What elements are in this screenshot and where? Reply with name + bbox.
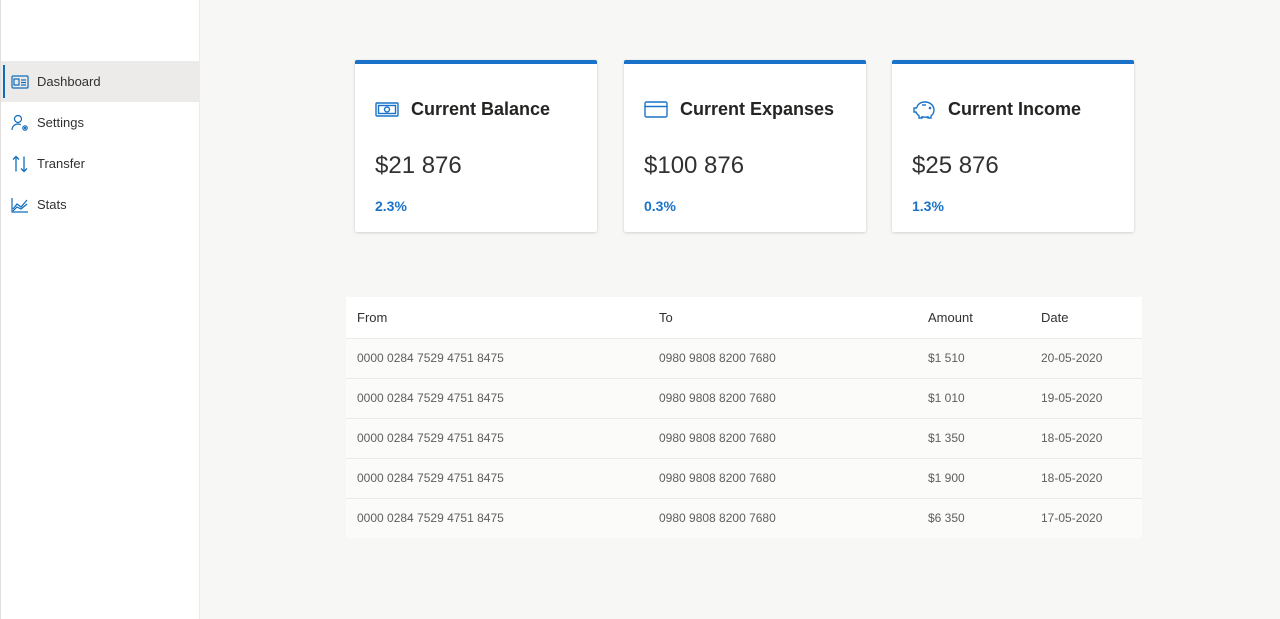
cell-from: 0000 0284 7529 4751 8475 bbox=[346, 498, 648, 538]
sidebar-item-stats[interactable]: Stats bbox=[1, 184, 199, 225]
table-header-row: From To Amount Date bbox=[346, 297, 1142, 339]
sidebar-nav: Dashboard Settings Transfer Stats bbox=[1, 61, 199, 225]
app-root: Dashboard Settings Transfer Stats Curren… bbox=[0, 0, 1280, 619]
sidebar-item-label: Transfer bbox=[37, 156, 85, 171]
piggy-bank-icon bbox=[911, 98, 937, 120]
card-change-percent: 2.3% bbox=[375, 198, 407, 214]
cell-to: 0980 9808 8200 7680 bbox=[648, 338, 917, 379]
cell-date: 17-05-2020 bbox=[1030, 498, 1142, 538]
card-current-expanses: Current Expanses $100 876 0.3% bbox=[624, 60, 866, 232]
cell-to: 0980 9808 8200 7680 bbox=[648, 378, 917, 419]
card-current-balance: Current Balance $21 876 2.3% bbox=[355, 60, 597, 232]
cell-amount: $6 350 bbox=[917, 498, 1030, 538]
cell-amount: $1 350 bbox=[917, 418, 1030, 459]
card-value: $21 876 bbox=[375, 152, 462, 179]
table-row[interactable]: 0000 0284 7529 4751 8475 0980 9808 8200 … bbox=[346, 498, 1142, 538]
card-title: Current Expanses bbox=[680, 98, 835, 119]
cell-to: 0980 9808 8200 7680 bbox=[648, 418, 917, 459]
dashboard-icon bbox=[10, 72, 30, 92]
sidebar-item-dashboard[interactable]: Dashboard bbox=[1, 61, 199, 102]
cell-amount: $1 510 bbox=[917, 338, 1030, 379]
sidebar-item-label: Stats bbox=[37, 197, 67, 212]
table-row[interactable]: 0000 0284 7529 4751 8475 0980 9808 8200 … bbox=[346, 418, 1142, 459]
cell-amount: $1 010 bbox=[917, 378, 1030, 419]
card-header: Current Balance bbox=[374, 98, 550, 120]
column-header-from[interactable]: From bbox=[346, 297, 648, 339]
cell-date: 18-05-2020 bbox=[1030, 418, 1142, 459]
sidebar-item-label: Dashboard bbox=[37, 74, 101, 89]
cell-to: 0980 9808 8200 7680 bbox=[648, 498, 917, 538]
card-title: Current Balance bbox=[411, 98, 551, 119]
table-row[interactable]: 0000 0284 7529 4751 8475 0980 9808 8200 … bbox=[346, 458, 1142, 499]
sidebar-item-transfer[interactable]: Transfer bbox=[1, 143, 199, 184]
transfer-arrows-icon bbox=[10, 154, 30, 174]
sidebar-item-settings[interactable]: Settings bbox=[1, 102, 199, 143]
credit-card-icon bbox=[643, 98, 669, 120]
cell-from: 0000 0284 7529 4751 8475 bbox=[346, 378, 648, 419]
card-value: $100 876 bbox=[644, 152, 745, 179]
sidebar-item-label: Settings bbox=[37, 115, 84, 130]
cell-from: 0000 0284 7529 4751 8475 bbox=[346, 338, 648, 379]
table-row[interactable]: 0000 0284 7529 4751 8475 0980 9808 8200 … bbox=[346, 378, 1142, 419]
chart-line-icon bbox=[10, 195, 30, 215]
cell-from: 0000 0284 7529 4751 8475 bbox=[346, 418, 648, 459]
cell-amount: $1 900 bbox=[917, 458, 1030, 499]
card-title: Current Income bbox=[948, 98, 1082, 119]
table-row[interactable]: 0000 0284 7529 4751 8475 0980 9808 8200 … bbox=[346, 338, 1142, 379]
cell-date: 20-05-2020 bbox=[1030, 338, 1142, 379]
money-icon bbox=[374, 98, 400, 120]
column-header-to[interactable]: To bbox=[648, 297, 917, 339]
card-value: $25 876 bbox=[912, 152, 999, 179]
user-settings-icon bbox=[10, 113, 30, 133]
cell-date: 18-05-2020 bbox=[1030, 458, 1142, 499]
column-header-date[interactable]: Date bbox=[1030, 297, 1142, 339]
card-header: Current Expanses bbox=[643, 98, 834, 120]
card-header: Current Income bbox=[911, 98, 1081, 120]
transactions-table: From To Amount Date 0000 0284 7529 4751 … bbox=[346, 297, 1142, 538]
cell-to: 0980 9808 8200 7680 bbox=[648, 458, 917, 499]
card-current-income: Current Income $25 876 1.3% bbox=[892, 60, 1134, 232]
card-change-percent: 1.3% bbox=[912, 198, 944, 214]
cell-from: 0000 0284 7529 4751 8475 bbox=[346, 458, 648, 499]
cell-date: 19-05-2020 bbox=[1030, 378, 1142, 419]
sidebar: Dashboard Settings Transfer Stats bbox=[0, 0, 200, 619]
card-change-percent: 0.3% bbox=[644, 198, 676, 214]
column-header-amount[interactable]: Amount bbox=[917, 297, 1030, 339]
